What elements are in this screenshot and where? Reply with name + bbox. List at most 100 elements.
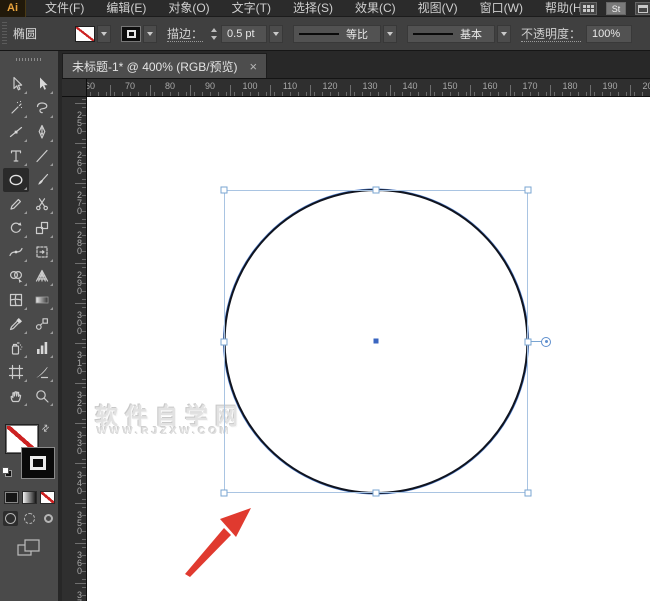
brush-preview <box>413 32 454 35</box>
rotate-icon <box>10 222 22 233</box>
free-transform-tool[interactable] <box>29 240 55 264</box>
panel-drag-handle[interactable] <box>16 58 42 61</box>
menu-item-7[interactable]: 窗口(W) <box>469 0 534 17</box>
handle-top-right[interactable] <box>524 186 532 194</box>
eyedropper-tool[interactable] <box>3 312 29 336</box>
direct-selection-tool[interactable] <box>3 72 29 96</box>
swap-fill-stroke-icon[interactable]: ⇄ <box>39 422 52 435</box>
draw-behind-button[interactable] <box>22 511 37 526</box>
menu-item-0[interactable]: 文件(F) <box>34 0 95 17</box>
live-shape-widget[interactable] <box>541 336 551 347</box>
column-graph-tool[interactable] <box>29 336 55 360</box>
close-icon[interactable]: × <box>250 60 258 73</box>
stroke-color-swatch[interactable] <box>121 25 142 42</box>
opacity-label[interactable]: 不透明度： <box>521 25 582 42</box>
artboard-canvas[interactable]: 软件自学网 WWW.RJZXW.COM <box>87 97 650 601</box>
menu-item-2[interactable]: 对象(O) <box>157 0 220 17</box>
opacity-input[interactable]: 100% <box>586 24 633 43</box>
menu-item-5[interactable]: 效果(C) <box>344 0 407 17</box>
gradient-tool[interactable] <box>29 288 55 312</box>
menu-item-6[interactable]: 视图(V) <box>407 0 469 17</box>
bridge-button[interactable] <box>580 2 597 15</box>
shape-builder-tool[interactable] <box>3 264 29 288</box>
paintbrush-tool[interactable] <box>29 168 55 192</box>
ruler-corner[interactable] <box>62 79 87 97</box>
vertical-ruler[interactable]: 2 4 02 5 02 6 02 7 02 8 02 9 03 0 03 1 0… <box>62 97 87 601</box>
stroke-weight-input[interactable]: 0.5 pt <box>221 24 268 43</box>
handle-top-center[interactable] <box>372 186 380 194</box>
annotation-arrow <box>185 508 251 577</box>
control-bar-grip[interactable] <box>2 21 7 46</box>
pencil-tool[interactable] <box>3 192 29 216</box>
fill-color-swatch[interactable] <box>75 25 96 42</box>
handle-top-left[interactable] <box>220 186 228 194</box>
magic-wand-tool[interactable] <box>3 96 29 120</box>
menu-item-3[interactable]: 文字(T) <box>221 0 282 17</box>
style-button[interactable]: St <box>606 2 626 15</box>
color-type-buttons <box>3 491 55 504</box>
draw-normal-button[interactable] <box>2 511 18 526</box>
blend-tool[interactable] <box>29 312 55 336</box>
symbol-sprayer-tool[interactable] <box>3 336 29 360</box>
vruler-label: 2 5 0 <box>76 110 82 136</box>
tools-panel: ⇄ <box>0 51 62 601</box>
artboard-tool[interactable] <box>3 360 29 384</box>
horizontal-ruler[interactable]: 60 70 80 90 100 110 120 130 140 150 160 170 180 190 20… <box>87 79 650 97</box>
chevron-down-icon <box>101 31 108 36</box>
chevron-down-icon <box>387 31 394 36</box>
menu-item-1[interactable]: 编辑(E) <box>95 0 157 17</box>
tool-grid <box>3 72 55 408</box>
brush-definition-select[interactable]: 基本 <box>407 24 496 43</box>
slice-tool[interactable] <box>29 360 55 384</box>
handle-bottom-left[interactable] <box>220 489 228 497</box>
brush-definition-dropdown[interactable] <box>497 24 512 43</box>
workspace-layout-button[interactable] <box>635 2 650 15</box>
handle-bottom-center[interactable] <box>372 489 380 497</box>
mesh-tool[interactable] <box>3 288 29 312</box>
stroke-profile-preview <box>299 32 340 35</box>
line-segment-tool[interactable] <box>29 144 55 168</box>
stroke-weight-dropdown[interactable] <box>269 24 284 43</box>
type-tool[interactable] <box>3 144 29 168</box>
fill-dropdown-button[interactable] <box>97 24 112 43</box>
selection-tool[interactable] <box>29 72 55 96</box>
direct-selection-icon <box>13 76 23 91</box>
stroke-weight-label[interactable]: 描边： <box>167 25 204 42</box>
perspective-grid-tool[interactable] <box>29 264 55 288</box>
vruler-label: 3 3 0 <box>76 430 82 456</box>
none-button[interactable] <box>39 491 55 504</box>
menu-item-4[interactable]: 选择(S) <box>282 0 344 17</box>
anchor-point-tool[interactable] <box>3 120 29 144</box>
scale-tool[interactable] <box>29 216 55 240</box>
zoom-tool[interactable] <box>29 384 55 408</box>
shape-center-point[interactable] <box>373 338 379 344</box>
draw-inside-button[interactable] <box>41 511 56 526</box>
hruler-label: 70 <box>124 81 136 91</box>
hruler-label: 170 <box>522 81 538 91</box>
lasso-tool[interactable] <box>29 96 55 120</box>
default-fill-stroke-icon[interactable] <box>2 467 14 479</box>
screen-mode-button[interactable] <box>16 538 42 563</box>
ellipse-tool[interactable] <box>3 168 29 192</box>
hand-tool[interactable] <box>3 384 29 408</box>
scissors-tool[interactable] <box>29 192 55 216</box>
stroke-swatch[interactable] <box>21 447 55 479</box>
column-graph-icon <box>37 342 48 354</box>
color-button[interactable] <box>3 491 19 504</box>
stroke-dropdown-button[interactable] <box>143 24 158 43</box>
gradient-button[interactable] <box>21 491 37 504</box>
handle-middle-left[interactable] <box>220 338 228 345</box>
width-tool[interactable] <box>3 240 29 264</box>
stepper-up-icon[interactable] <box>208 26 219 34</box>
document-tab[interactable]: 未标题-1* @ 400% (RGB/预览) × <box>62 53 268 78</box>
width-profile-dropdown[interactable] <box>383 24 398 43</box>
rotate-tool[interactable] <box>3 216 29 240</box>
handle-bottom-right[interactable] <box>524 489 532 497</box>
stroke-weight-stepper[interactable] <box>208 26 219 42</box>
width-profile-select[interactable]: 等比 <box>293 24 382 43</box>
lasso-icon <box>36 102 48 114</box>
hruler-label: 100 <box>242 81 258 91</box>
pen-tool[interactable] <box>29 120 55 144</box>
stepper-down-icon[interactable] <box>208 34 219 42</box>
paintbrush-icon <box>38 173 49 185</box>
